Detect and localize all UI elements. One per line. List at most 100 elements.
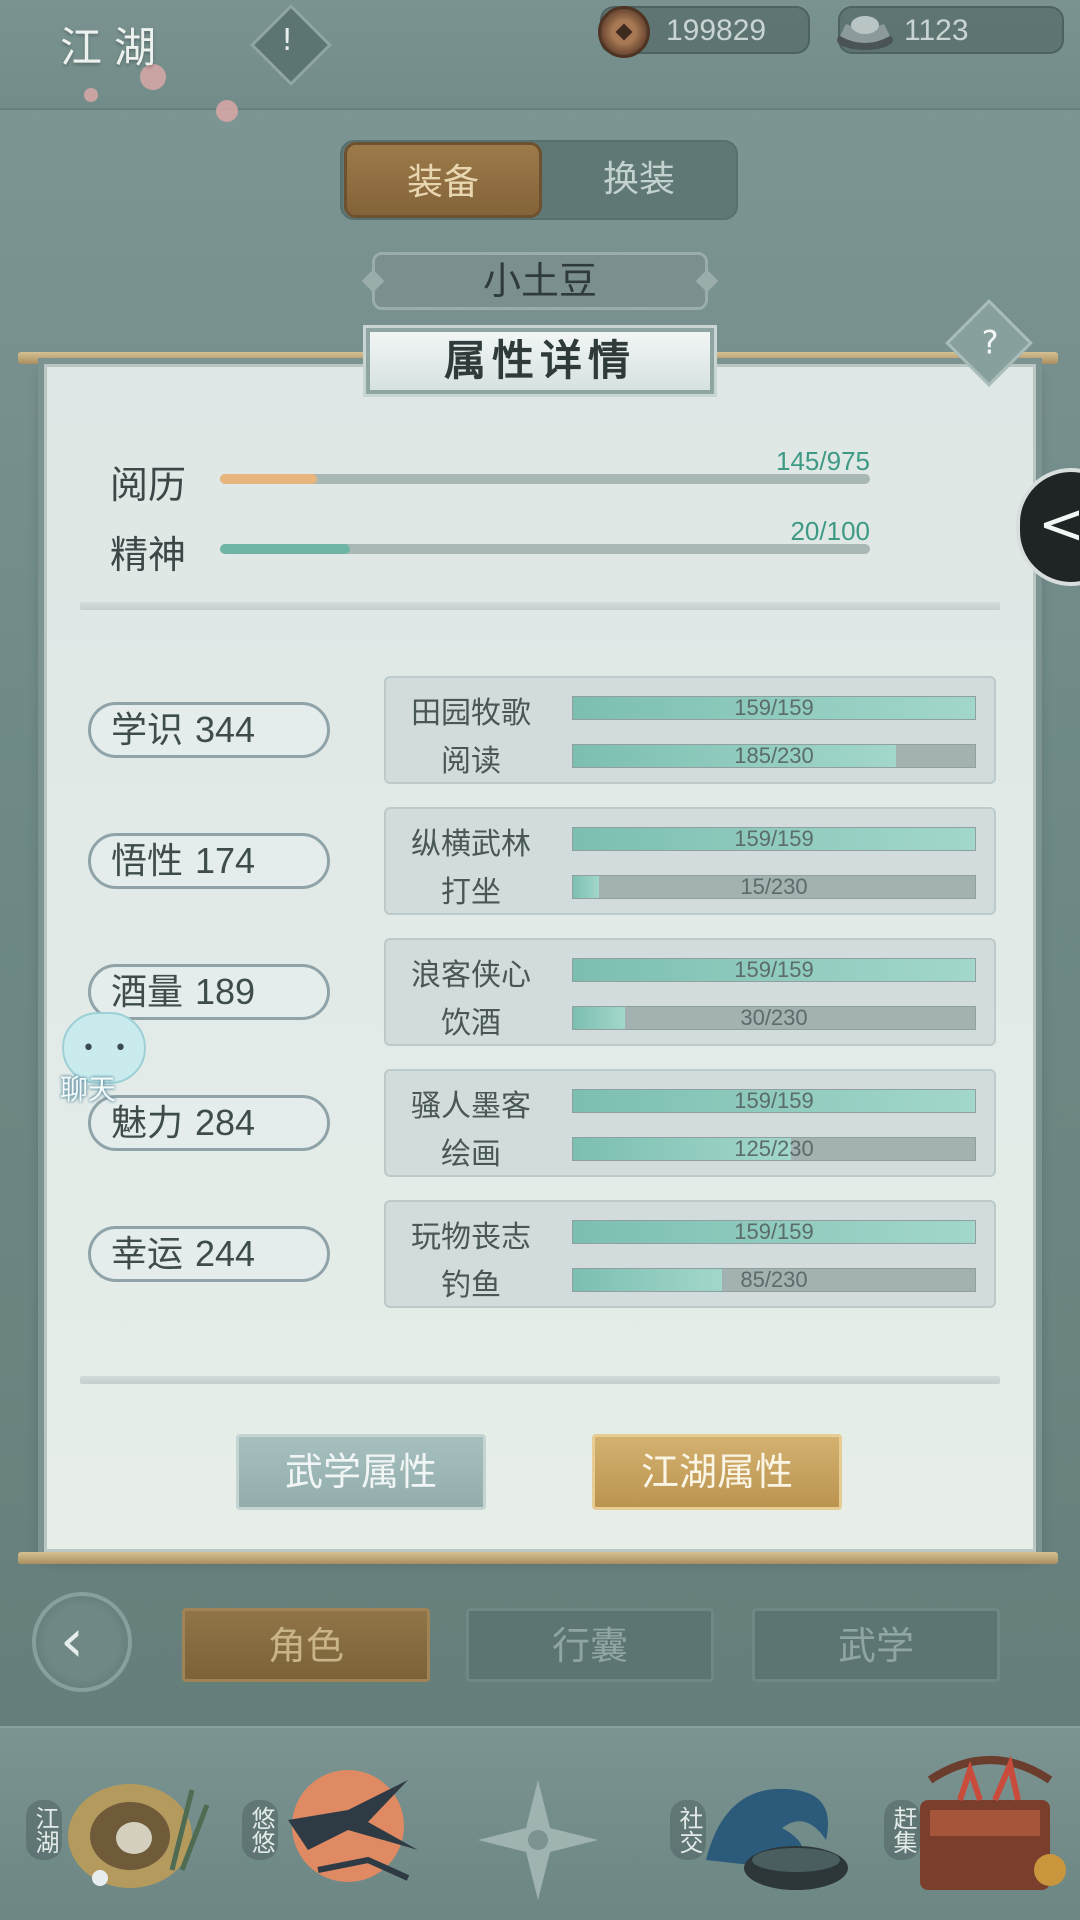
- skill-bar: 185/230: [572, 744, 976, 768]
- attribute-label: 学识: [111, 710, 184, 751]
- stat-label-experience: 阅历: [110, 463, 187, 507]
- silver-counter[interactable]: 1123: [837, 6, 1064, 54]
- skill-name: 浪客侠心: [411, 958, 531, 993]
- chevron-left-icon: <: [1038, 492, 1080, 557]
- plum-blossom-decoration: [84, 88, 98, 102]
- plum-blossom-decoration: [216, 100, 238, 122]
- skill-name: 阅读: [441, 744, 501, 779]
- panel-rail-bottom: [18, 1552, 1058, 1564]
- skill-bar: 30/230: [572, 1006, 976, 1030]
- experience-bar: [220, 474, 870, 484]
- skill-bar: 159/159: [572, 696, 976, 720]
- skill-bar: 159/159: [572, 1220, 976, 1244]
- skill-box: 浪客侠心 159/159 饮酒 30/230: [384, 938, 996, 1046]
- stat-value-spirit: 20/100: [790, 516, 870, 546]
- skill-box: 骚人墨客 159/159 绘画 125/230: [384, 1069, 996, 1177]
- chat-label: 聊天: [60, 1073, 117, 1106]
- experience-bar-fill: [220, 474, 317, 484]
- skill-bar-text: 159/159: [734, 1088, 814, 1113]
- region-title: 江湖: [60, 23, 169, 72]
- stat-value-experience: 145/975: [776, 446, 870, 476]
- skill-bar-text: 185/230: [734, 743, 814, 768]
- jianghu-hat-icon: [68, 1784, 210, 1888]
- skill-bar: 85/230: [572, 1268, 976, 1292]
- swallow-moon-icon: [288, 1770, 418, 1882]
- dock-market[interactable]: 赶集: [880, 1750, 1080, 1910]
- equip-segmented-control: 装备 换装: [340, 140, 738, 220]
- alert-mark: !: [281, 22, 294, 58]
- attribute-label: 幸运: [111, 1234, 184, 1275]
- dock-youyou[interactable]: 悠悠: [238, 1750, 438, 1910]
- skill-bar-text: 85/230: [740, 1267, 808, 1292]
- back-arrow-icon: ‹: [60, 1606, 84, 1676]
- skill-name: 纵横武林: [411, 827, 531, 862]
- coin-counter[interactable]: 199829: [598, 6, 810, 58]
- dock-label: 赶集: [884, 1800, 920, 1860]
- spirit-bar: [220, 544, 870, 554]
- dock-center[interactable]: [478, 1780, 598, 1900]
- attribute-value: 244: [195, 1233, 256, 1274]
- question-icon: ?: [981, 323, 999, 362]
- dock-label: 悠悠: [242, 1800, 278, 1860]
- dock-social[interactable]: 社交: [666, 1750, 866, 1910]
- market-basket-icon: [920, 1755, 1066, 1890]
- dock-label: 江湖: [26, 1800, 62, 1860]
- attribute-label: 魅力: [111, 1103, 184, 1144]
- region-alert-icon[interactable]: !: [249, 3, 333, 87]
- skill-bar-text: 125/230: [734, 1136, 814, 1161]
- attribute-label: 酒量: [111, 972, 184, 1013]
- skill-bar-text: 159/159: [734, 1219, 814, 1244]
- divider: [80, 602, 1000, 610]
- coin-amount: 199829: [666, 14, 767, 47]
- skill-box: 玩物丧志 159/159 钓鱼 85/230: [384, 1200, 996, 1308]
- skill-bar-text: 159/159: [734, 957, 814, 982]
- chat-button[interactable]: • • 聊天: [46, 1012, 146, 1106]
- skill-name: 钓鱼: [441, 1268, 501, 1303]
- skill-box: 纵横武林 159/159 打坐 15/230: [384, 807, 996, 915]
- attribute-value: 284: [195, 1102, 256, 1143]
- attribute-value: 344: [195, 709, 256, 750]
- jianghu-attributes-button[interactable]: 江湖属性: [592, 1434, 842, 1510]
- skill-bar: 159/159: [572, 827, 976, 851]
- dock-label: 社交: [670, 1800, 706, 1860]
- wave-teacup-icon: [706, 1788, 848, 1890]
- skill-bar: 159/159: [572, 1089, 976, 1113]
- tab-bag[interactable]: 行囊: [466, 1608, 714, 1682]
- tab-role[interactable]: 角色: [182, 1608, 430, 1682]
- skill-name: 绘画: [441, 1137, 501, 1172]
- attribute-pill[interactable]: 魅力 284: [88, 1095, 330, 1151]
- attribute-value: 189: [195, 971, 256, 1012]
- skill-name: 田园牧歌: [411, 696, 531, 731]
- skill-bar: 159/159: [572, 958, 976, 982]
- attribute-label: 悟性: [111, 841, 184, 882]
- attribute-pill[interactable]: 悟性 174: [88, 833, 330, 889]
- skill-name: 骚人墨客: [411, 1089, 531, 1124]
- compass-star-icon: [478, 1780, 598, 1900]
- attribute-value: 174: [195, 840, 256, 881]
- silver-amount: 1123: [904, 14, 969, 47]
- panel-title: 属性详情: [363, 325, 717, 397]
- skill-bar: 15/230: [572, 875, 976, 899]
- top-bar: 江湖 ! 199829 1123: [0, 0, 1080, 122]
- tab-change-outfit[interactable]: 换装: [540, 142, 738, 218]
- attribute-pill[interactable]: 幸运 244: [88, 1226, 330, 1282]
- character-name: 小土豆: [372, 252, 708, 310]
- skill-bar-text: 159/159: [734, 826, 814, 851]
- stat-label-spirit: 精神: [110, 533, 187, 577]
- skill-bar-text: 15/230: [740, 874, 808, 899]
- skill-name: 玩物丧志: [411, 1220, 531, 1255]
- back-button[interactable]: ‹: [32, 1592, 132, 1692]
- tab-martial[interactable]: 武学: [752, 1608, 1000, 1682]
- smiley-face-icon: • •: [82, 1036, 133, 1061]
- tab-equip[interactable]: 装备: [344, 142, 542, 218]
- silver-ingot-icon: [837, 16, 893, 50]
- skill-name: 打坐: [441, 875, 501, 910]
- martial-attributes-button[interactable]: 武学属性: [236, 1434, 486, 1510]
- dock-jianghu[interactable]: 江湖: [22, 1750, 222, 1910]
- spirit-bar-fill: [220, 544, 350, 554]
- skill-bar-text: 30/230: [740, 1005, 808, 1030]
- skill-name: 饮酒: [441, 1006, 501, 1041]
- divider: [80, 1376, 1000, 1384]
- skill-bar-text: 159/159: [734, 695, 814, 720]
- attribute-pill[interactable]: 学识 344: [88, 702, 330, 758]
